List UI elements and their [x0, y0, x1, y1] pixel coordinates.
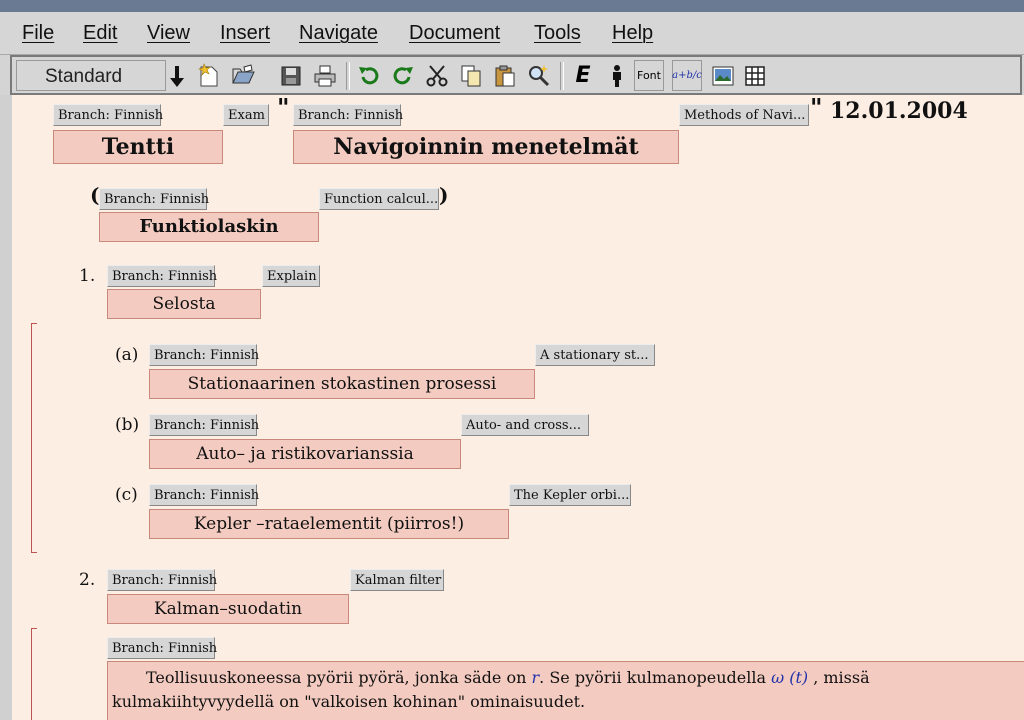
english-tag[interactable]: A stationary st...	[535, 344, 655, 366]
branch-tag[interactable]: Branch: Finnish	[149, 484, 259, 506]
fraction-icon[interactable]: a+b/c	[672, 60, 702, 91]
dropdown-arrow-icon[interactable]	[162, 60, 192, 91]
font-button[interactable]: Font	[634, 60, 664, 91]
item-box[interactable]: Stationaarinen stokastinen prosessi	[149, 369, 535, 399]
menu-navigate[interactable]: Navigate	[299, 22, 378, 45]
window-title-strip	[0, 0, 1024, 12]
branch-tag[interactable]: Branch: Finnish	[53, 104, 163, 126]
explain-tag[interactable]: Explain	[262, 265, 320, 287]
section-bracket	[31, 628, 37, 720]
course-title-box[interactable]: Navigoinnin menetelmät	[293, 130, 679, 164]
copy-icon[interactable]	[456, 60, 486, 91]
item-label: (b)	[115, 415, 140, 435]
style-select[interactable]: Standard	[16, 60, 166, 91]
document-area[interactable]: Branch: Finnish Exam " Branch: Finnish M…	[0, 95, 1024, 720]
branch-tag[interactable]: Branch: Finnish	[149, 414, 259, 436]
person-icon[interactable]	[602, 60, 632, 91]
image-icon[interactable]	[708, 60, 738, 91]
table-icon[interactable]	[740, 60, 770, 91]
section-bracket	[31, 323, 37, 553]
paragraph-text: . Se pyörii kulmanopeudella	[539, 668, 772, 687]
item-label: (a)	[115, 345, 139, 365]
menu-insert[interactable]: Insert	[220, 22, 270, 45]
cut-icon[interactable]	[422, 60, 452, 91]
question-2-box[interactable]: Kalman–suodatin	[107, 594, 349, 624]
menu-document[interactable]: Document	[409, 22, 500, 45]
english-tag[interactable]: The Kepler orbi...	[509, 484, 631, 506]
question-1-box[interactable]: Selosta	[107, 289, 261, 319]
open-document-icon[interactable]	[228, 60, 258, 91]
find-icon[interactable]	[524, 60, 554, 91]
question-number: 1.	[79, 266, 96, 286]
paragraph-text: kulmakiihtyvyydellä on "valkoisen kohina…	[112, 692, 586, 711]
paren-close: )	[439, 183, 449, 207]
branch-tag[interactable]: Branch: Finnish	[149, 344, 259, 366]
item-label: (c)	[115, 485, 138, 505]
new-document-icon[interactable]	[194, 60, 224, 91]
quote-close: "	[810, 95, 823, 122]
function-tag[interactable]: Function calcul...	[319, 188, 439, 210]
menu-bar: File Edit View Insert Navigate Document …	[0, 12, 1024, 55]
math-r: r	[531, 668, 540, 687]
kalman-tag[interactable]: Kalman filter	[350, 569, 444, 591]
print-icon[interactable]	[310, 60, 340, 91]
exam-date: 12.01.2004	[830, 98, 968, 124]
paragraph-text: Teollisuuskoneessa pyörii pyörä, jonka s…	[146, 668, 532, 687]
branch-tag[interactable]: Branch: Finnish	[107, 265, 217, 287]
branch-tag[interactable]: Branch: Finnish	[107, 637, 217, 659]
equation-icon[interactable]: E	[568, 60, 598, 91]
exam-tag[interactable]: Exam	[223, 104, 269, 126]
item-box[interactable]: Kepler –rataelementit (piirros!)	[149, 509, 509, 539]
math-omega: ω (t)	[771, 668, 809, 687]
english-tag[interactable]: Auto- and cross...	[461, 414, 589, 436]
menu-edit[interactable]: Edit	[83, 22, 117, 45]
menu-tools[interactable]: Tools	[534, 22, 581, 45]
branch-tag[interactable]: Branch: Finnish	[99, 188, 209, 210]
save-icon[interactable]	[276, 60, 306, 91]
toolbar: Standard E Font a+b/c	[10, 55, 1022, 95]
branch-tag[interactable]: Branch: Finnish	[107, 569, 217, 591]
exam-title-box[interactable]: Tentti	[53, 130, 223, 164]
quote-open: "	[277, 95, 290, 122]
menu-help[interactable]: Help	[612, 22, 653, 45]
methods-tag[interactable]: Methods of Navi...	[679, 104, 809, 126]
redo-icon[interactable]	[388, 60, 418, 91]
problem-paragraph[interactable]: Teollisuuskoneessa pyörii pyörä, jonka s…	[107, 661, 1024, 720]
undo-icon[interactable]	[354, 60, 384, 91]
paragraph-text: , missä	[808, 668, 870, 687]
menu-view[interactable]: View	[147, 22, 190, 45]
question-number: 2.	[79, 570, 96, 590]
branch-tag[interactable]: Branch: Finnish	[293, 104, 403, 126]
paste-icon[interactable]	[490, 60, 520, 91]
item-box[interactable]: Auto– ja ristikovarianssia	[149, 439, 461, 469]
menu-file[interactable]: File	[22, 22, 54, 45]
subtitle-box[interactable]: Funktiolaskin	[99, 212, 319, 242]
